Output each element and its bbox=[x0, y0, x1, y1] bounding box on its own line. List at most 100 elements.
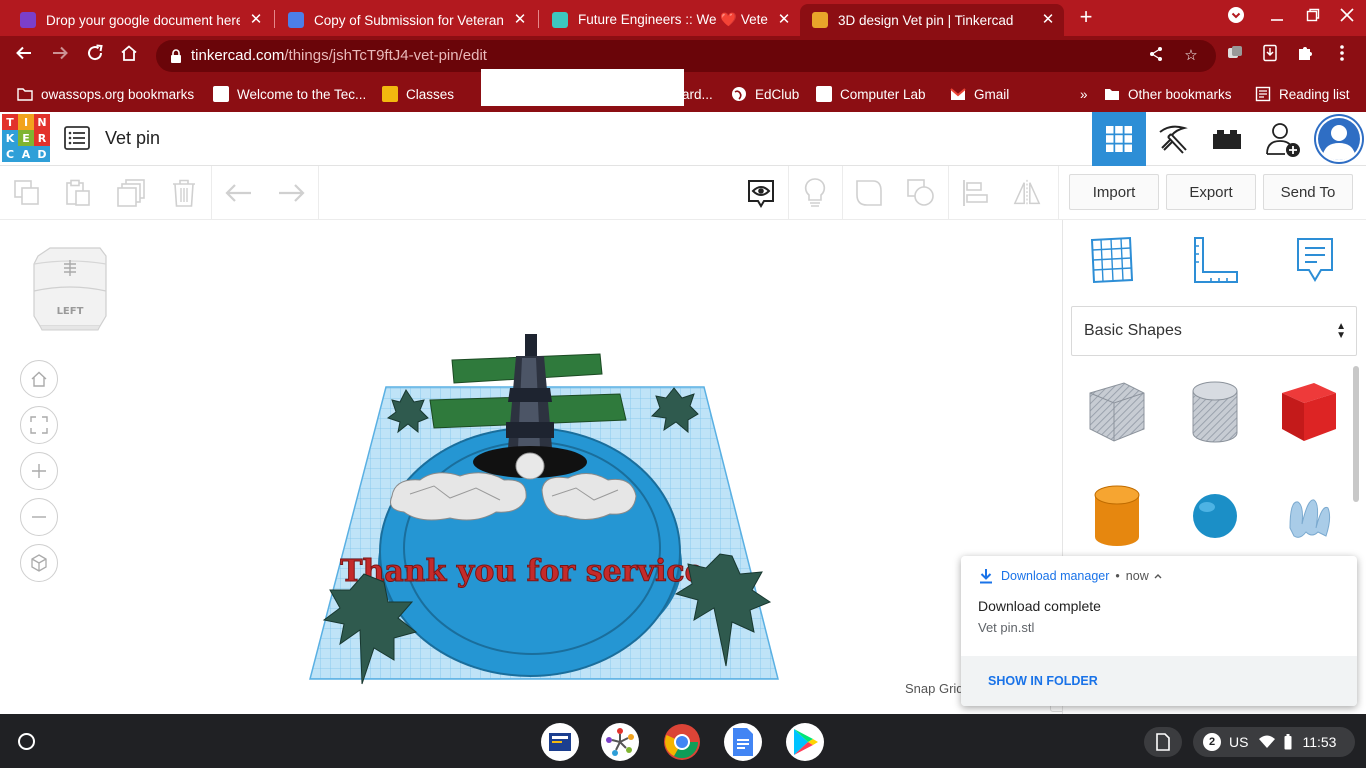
shelf-app-chrome[interactable] bbox=[663, 723, 701, 761]
menu-kebab-icon[interactable] bbox=[1330, 44, 1354, 68]
omnibox[interactable]: tinkercad.com/things/jshTcT9ftJ4-vet-pin… bbox=[156, 40, 1216, 72]
3d-design-view-button[interactable] bbox=[1092, 112, 1146, 166]
restore-icon[interactable] bbox=[1301, 6, 1325, 30]
shelf-app-docs[interactable] bbox=[724, 723, 762, 761]
ungroup-button[interactable] bbox=[906, 178, 936, 208]
design-title[interactable]: Vet pin bbox=[105, 128, 160, 149]
workplane-viewport[interactable]: LEFT Thank you for service Snap Grid bbox=[0, 220, 1062, 714]
hint-button[interactable] bbox=[800, 178, 830, 208]
view-cube-face-label: LEFT bbox=[57, 306, 84, 317]
close-icon[interactable]: ✕ bbox=[1040, 12, 1056, 28]
box-hole-icon bbox=[1089, 382, 1145, 442]
shelf-app-play-store[interactable] bbox=[786, 723, 824, 761]
copy-button[interactable] bbox=[12, 178, 42, 208]
tote-button[interactable] bbox=[1144, 727, 1182, 757]
cloud-right bbox=[541, 473, 637, 520]
puzzle-icon[interactable] bbox=[1293, 44, 1317, 68]
paste-button[interactable] bbox=[63, 178, 93, 208]
share-icon[interactable] bbox=[1146, 46, 1166, 66]
shelf-app-people[interactable] bbox=[601, 723, 639, 761]
extension-icon[interactable] bbox=[1223, 44, 1247, 68]
export-button[interactable]: Export bbox=[1166, 174, 1256, 210]
bookmarks-overflow-button[interactable]: » bbox=[1080, 84, 1088, 104]
tab-copy-of-submission[interactable]: Copy of Submission for Veteran's ✕ bbox=[276, 4, 536, 36]
download-notification[interactable]: Download manager • now Download complete… bbox=[961, 556, 1357, 706]
send-to-button[interactable]: Send To bbox=[1263, 174, 1353, 210]
shape-scribble[interactable] bbox=[1277, 484, 1341, 548]
fit-view-button[interactable] bbox=[20, 406, 58, 444]
shape-cylinder-hole[interactable] bbox=[1183, 380, 1247, 444]
toolbar-separator bbox=[211, 166, 212, 220]
duplicate-button[interactable] bbox=[117, 178, 147, 208]
close-icon[interactable]: ✕ bbox=[512, 12, 528, 28]
delete-button[interactable] bbox=[169, 178, 199, 208]
3d-model-scene[interactable]: Thank you for service bbox=[300, 328, 790, 694]
notification-separator: • bbox=[1115, 569, 1120, 583]
chevron-up-icon[interactable] bbox=[1153, 571, 1163, 581]
home-view-button[interactable] bbox=[20, 360, 58, 398]
extension-download-icon[interactable] bbox=[1258, 44, 1282, 68]
bookmark-edclub[interactable]: EdClub bbox=[731, 84, 799, 104]
reload-icon[interactable] bbox=[83, 44, 107, 68]
launcher-icon[interactable] bbox=[18, 733, 35, 750]
bookmark-gmail[interactable]: Gmail bbox=[950, 84, 1009, 104]
shape-sphere[interactable] bbox=[1183, 484, 1247, 548]
logo-letter: I bbox=[18, 114, 34, 130]
tab-future-engineers[interactable]: Future Engineers :: We ❤️ Veteran ✕ bbox=[540, 4, 800, 36]
bookmark-star-icon[interactable]: ☆ bbox=[1181, 46, 1201, 66]
status-tray[interactable]: 2 US 11:53 bbox=[1193, 727, 1355, 757]
forward-icon[interactable] bbox=[48, 44, 72, 68]
shape-cylinder[interactable] bbox=[1085, 484, 1149, 548]
lock-icon[interactable] bbox=[168, 48, 184, 64]
design-list-icon[interactable] bbox=[64, 126, 90, 150]
workplane-button[interactable] bbox=[1085, 234, 1137, 286]
reading-list-button[interactable]: Reading list bbox=[1255, 84, 1350, 104]
view-cube[interactable]: LEFT bbox=[30, 246, 110, 336]
shelf-app-classlink[interactable] bbox=[541, 723, 579, 761]
import-button[interactable]: Import bbox=[1069, 174, 1159, 210]
new-tab-button[interactable]: + bbox=[1074, 6, 1098, 30]
notification-time: now bbox=[1125, 569, 1149, 583]
snap-grid-label[interactable]: Snap Grid bbox=[905, 681, 964, 696]
bookmark-other[interactable]: Other bookmarks bbox=[1104, 84, 1232, 104]
tab-search-icon[interactable] bbox=[1224, 6, 1248, 30]
bricks-view-button[interactable] bbox=[1200, 112, 1254, 166]
undo-button[interactable] bbox=[224, 178, 254, 208]
user-avatar[interactable] bbox=[1314, 114, 1364, 164]
shape-box-hole[interactable] bbox=[1085, 380, 1149, 444]
show-all-button[interactable] bbox=[746, 178, 776, 208]
panel-scrollbar[interactable] bbox=[1353, 366, 1359, 502]
blocks-view-button[interactable] bbox=[1146, 112, 1200, 166]
tinkercad-logo[interactable]: T I N K E R C A D bbox=[2, 114, 50, 162]
redo-button[interactable] bbox=[276, 178, 306, 208]
tab-tinkercad[interactable]: 3D design Vet pin | Tinkercad ✕ bbox=[800, 4, 1064, 36]
show-in-folder-button[interactable]: SHOW IN FOLDER bbox=[988, 674, 1098, 688]
notification-filename: Vet pin.stl bbox=[978, 620, 1035, 635]
back-icon[interactable] bbox=[12, 44, 36, 68]
zoom-out-button[interactable] bbox=[20, 498, 58, 536]
bookmark-computer-lab[interactable]: Computer Lab bbox=[816, 84, 926, 104]
redo-icon bbox=[279, 184, 305, 202]
minimize-icon[interactable] bbox=[1265, 6, 1289, 30]
play-store-icon bbox=[794, 729, 818, 755]
ruler-button[interactable] bbox=[1189, 234, 1241, 286]
home-icon[interactable] bbox=[117, 44, 141, 68]
notes-button[interactable] bbox=[1289, 234, 1341, 286]
shape-category-select[interactable]: Basic Shapes ▲ ▼ bbox=[1071, 306, 1357, 356]
bookmark-welcome-tec[interactable]: Welcome to the Tec... bbox=[213, 84, 366, 104]
close-icon[interactable]: ✕ bbox=[248, 12, 264, 28]
bookmark-redacted[interactable]: ard... bbox=[682, 84, 713, 104]
shape-box[interactable] bbox=[1277, 380, 1341, 444]
bookmark-classes[interactable]: Classes bbox=[382, 84, 454, 104]
group-button[interactable] bbox=[854, 178, 884, 208]
notification-app-name: Download manager bbox=[1001, 569, 1110, 583]
close-icon[interactable]: ✕ bbox=[776, 12, 792, 28]
invite-user-button[interactable] bbox=[1256, 112, 1310, 166]
close-window-icon[interactable] bbox=[1335, 6, 1359, 30]
bookmark-owassops[interactable]: owassops.org bookmarks bbox=[17, 84, 194, 104]
zoom-in-button[interactable] bbox=[20, 452, 58, 490]
tab-drop-google-doc[interactable]: Drop your google document here ✕ bbox=[8, 4, 272, 36]
mirror-button[interactable] bbox=[1012, 178, 1042, 208]
ortho-view-button[interactable] bbox=[20, 544, 58, 582]
align-button[interactable] bbox=[960, 178, 990, 208]
